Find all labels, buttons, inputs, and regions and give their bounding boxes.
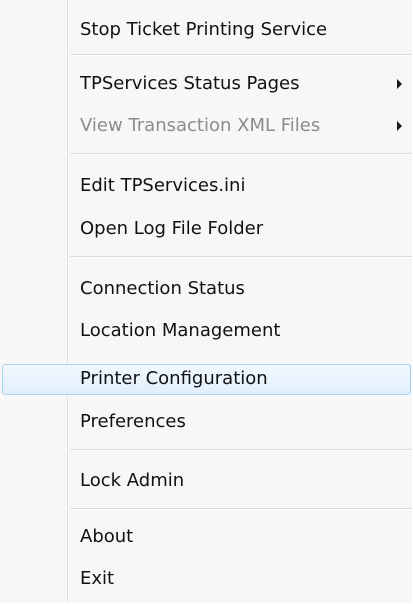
menu-item-exit[interactable]: Exit — [80, 564, 114, 594]
menu-separator — [70, 54, 412, 56]
submenu-arrow-icon — [397, 79, 402, 89]
menu-item-open-log-file-folder[interactable]: Open Log File Folder — [80, 214, 263, 244]
menu-item-location-management[interactable]: Location Management — [80, 316, 280, 346]
menu-separator — [70, 153, 412, 155]
menu-separator — [70, 449, 412, 451]
menu-item-view-transaction-xml-files: View Transaction XML Files — [80, 115, 321, 136]
menu-item-lock-admin[interactable]: Lock Admin — [80, 466, 184, 496]
menu-separator — [70, 508, 412, 510]
icon-gutter-divider — [67, 0, 69, 603]
menu-item-connection-status[interactable]: Connection Status — [80, 274, 245, 304]
menu-item-preferences[interactable]: Preferences — [80, 407, 186, 437]
menu-separator — [70, 256, 412, 258]
menu-item-printer-configuration[interactable]: Printer Configuration — [80, 364, 268, 394]
menu-item-stop-ticket-printing-service[interactable]: Stop Ticket Printing Service — [80, 15, 327, 45]
menu-item-about[interactable]: About — [80, 522, 133, 552]
submenu-arrow-icon — [397, 121, 402, 131]
menu-item-edit-tpservices-ini[interactable]: Edit TPServices.ini — [80, 171, 245, 201]
context-menu: Stop Ticket Printing Service TPServices … — [0, 0, 412, 603]
menu-item-tpservices-status-pages[interactable]: TPServices Status Pages — [80, 69, 300, 99]
